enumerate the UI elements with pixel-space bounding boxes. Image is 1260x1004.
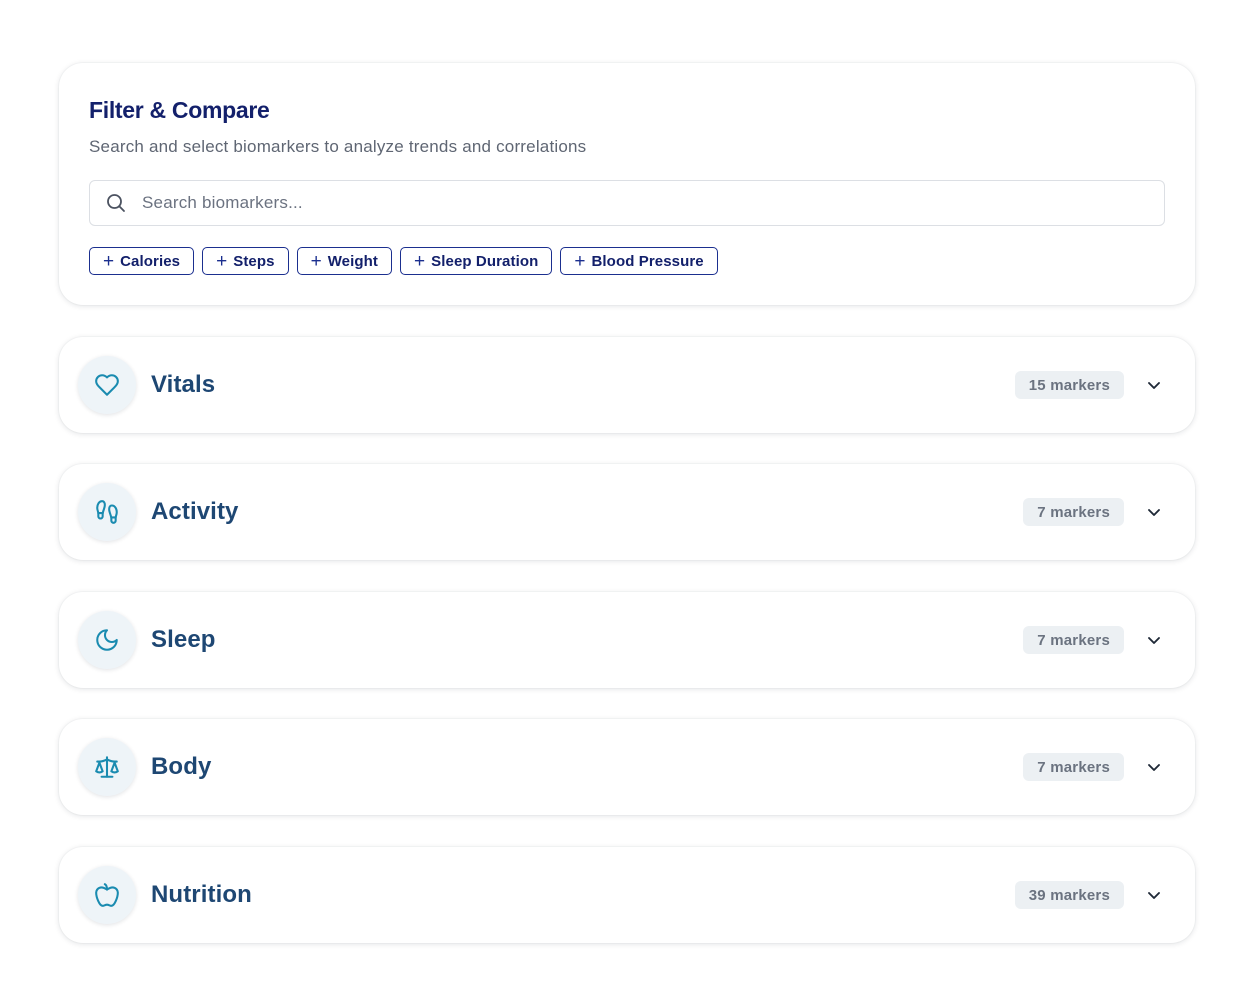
category-name: Activity [151, 498, 239, 525]
chip-label: Weight [327, 252, 379, 270]
filter-title: Filter & Compare [89, 97, 270, 123]
filter-compare-card: Filter & Compare Search and select bioma… [59, 63, 1195, 305]
chevron-down-icon[interactable] [1146, 759, 1162, 775]
quick-add-chips: + Calories + Steps + Weight + Sleep Dura… [89, 247, 718, 275]
add-steps-chip[interactable]: + Steps [202, 247, 289, 275]
biomarker-explorer: Filter & Compare Search and select bioma… [0, 0, 1260, 1004]
category-name: Nutrition [151, 881, 252, 908]
heart-icon [78, 356, 136, 414]
search-input[interactable] [142, 188, 1122, 218]
category-sleep[interactable]: Sleep 7 markers [59, 592, 1195, 688]
category-vitals[interactable]: Vitals 15 markers [59, 337, 1195, 433]
search-box[interactable] [89, 180, 1165, 226]
plus-icon: + [216, 250, 228, 272]
chevron-down-icon[interactable] [1146, 377, 1162, 393]
plus-icon: + [310, 250, 322, 272]
plus-icon: + [414, 250, 426, 272]
category-name: Sleep [151, 626, 216, 653]
filter-subtitle: Search and select biomarkers to analyze … [89, 137, 587, 156]
chevron-down-icon[interactable] [1146, 632, 1162, 648]
marker-count-badge: 15 markers [1014, 371, 1124, 399]
add-calories-chip[interactable]: + Calories [89, 247, 195, 275]
footprints-icon [78, 483, 136, 541]
add-weight-chip[interactable]: + Weight [296, 247, 393, 275]
marker-count-badge: 39 markers [1014, 881, 1124, 909]
scale-icon [78, 738, 136, 796]
category-nutrition[interactable]: Nutrition 39 markers [59, 847, 1195, 943]
plus-icon: + [574, 250, 586, 272]
category-name: Vitals [151, 371, 216, 398]
add-sleep-duration-chip[interactable]: + Sleep Duration [400, 247, 553, 275]
moon-icon [78, 611, 136, 669]
add-blood-pressure-chip[interactable]: + Blood Pressure [560, 247, 718, 275]
chip-label: Steps [233, 252, 275, 270]
chip-label: Sleep Duration [431, 252, 539, 270]
plus-icon: + [103, 250, 115, 272]
chevron-down-icon[interactable] [1146, 504, 1162, 520]
category-body[interactable]: Body 7 markers [59, 719, 1195, 815]
apple-icon [78, 866, 136, 924]
category-name: Body [151, 753, 212, 780]
chip-label: Calories [120, 252, 181, 270]
search-icon [106, 193, 126, 213]
marker-count-badge: 7 markers [1023, 498, 1124, 526]
category-activity[interactable]: Activity 7 markers [59, 464, 1195, 560]
marker-count-badge: 7 markers [1023, 626, 1124, 654]
chevron-down-icon[interactable] [1146, 887, 1162, 903]
marker-count-badge: 7 markers [1023, 753, 1124, 781]
chip-label: Blood Pressure [591, 252, 704, 270]
